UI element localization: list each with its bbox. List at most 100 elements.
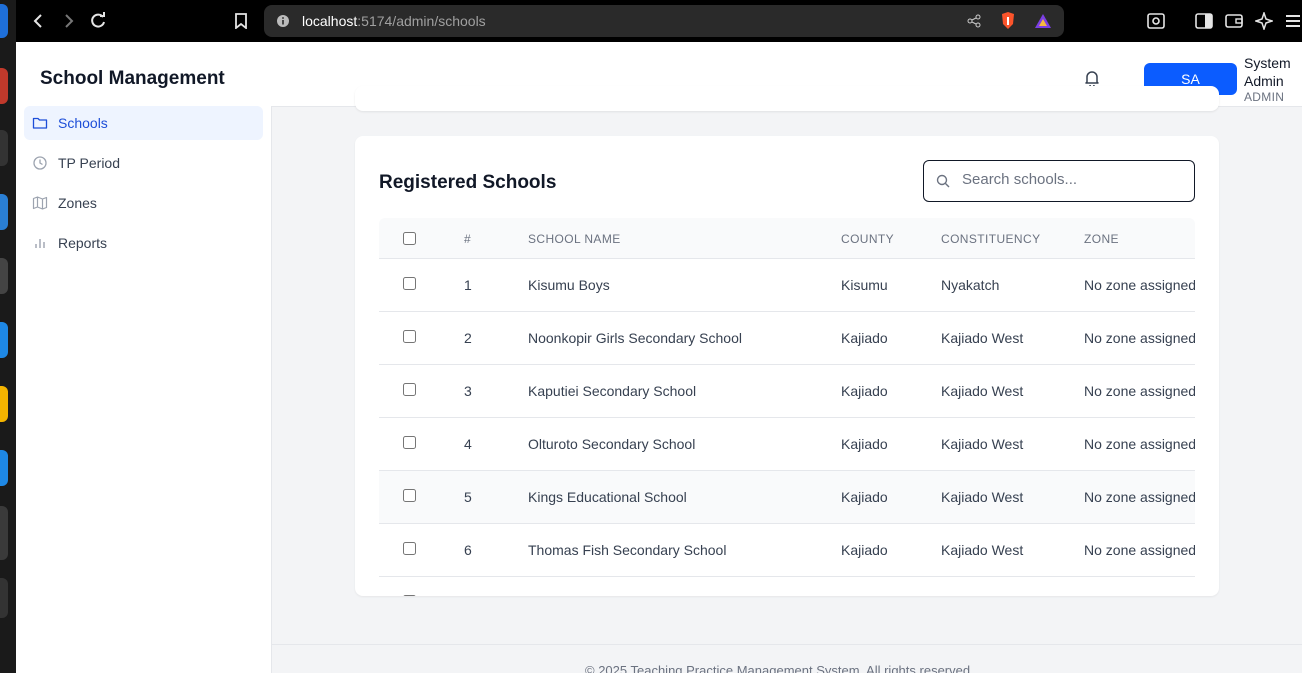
column-header-county: COUNTY — [841, 232, 895, 246]
school-name: Olturoto Secondary School — [528, 436, 696, 452]
url-text[interactable]: localhost:5174/admin/schools — [302, 13, 486, 29]
zone: No zone assigned — [1084, 383, 1195, 399]
row-index: 1 — [464, 277, 472, 293]
constituency: Nyakatch — [941, 277, 1000, 293]
dock-app-icon[interactable] — [0, 578, 8, 618]
screenshot-icon[interactable] — [1143, 8, 1169, 34]
county: Kajiado — [841, 383, 888, 399]
notification-bell-icon[interactable] — [1082, 68, 1102, 88]
reload-icon[interactable] — [85, 8, 111, 34]
leo-ai-icon[interactable] — [1251, 8, 1277, 34]
row-checkbox[interactable] — [403, 383, 416, 396]
card-title: Registered Schools — [379, 172, 557, 193]
zone: No zone assigned — [1084, 277, 1195, 293]
sidebar-item-tp-period[interactable]: TP Period — [24, 146, 263, 180]
url-host: localhost — [302, 13, 358, 29]
row-checkbox[interactable] — [403, 277, 416, 290]
sidebar-item-label: Reports — [58, 235, 108, 251]
browser-toolbar: localhost:5174/admin/schools — [16, 0, 1302, 42]
main-content: Registered Schools # SCHOOL NAME COUNTY … — [272, 86, 1302, 673]
sidebar-toggle-icon[interactable] — [1191, 8, 1217, 34]
table-row[interactable]: 3 Kaputiei Secondary School Kajiado Kaji… — [379, 365, 1195, 418]
row-checkbox[interactable] — [403, 542, 416, 555]
search-box[interactable] — [923, 160, 1195, 202]
rewards-icon[interactable] — [1034, 13, 1052, 34]
sidebar-item-schools[interactable]: Schools — [24, 106, 263, 140]
county: Kisumu — [841, 277, 888, 293]
constituency: Kajiado West — [941, 436, 1024, 452]
table-row[interactable]: 5 Kings Educational School Kajiado Kajia… — [379, 471, 1195, 524]
table-row[interactable]: 1 Kisumu Boys Kisumu Nyakatch No zone as… — [379, 259, 1195, 312]
column-header-constituency: CONSTITUENCY — [941, 232, 1041, 246]
zone: No zone assigned — [1084, 436, 1195, 452]
share-icon[interactable] — [967, 14, 981, 33]
app-viewport: School Management SA System Admin ADMIN … — [16, 42, 1302, 673]
row-checkbox[interactable] — [403, 595, 416, 596]
app-title: School Management — [40, 68, 225, 89]
wallet-icon[interactable] — [1221, 8, 1247, 34]
registered-schools-card: Registered Schools # SCHOOL NAME COUNTY … — [355, 136, 1219, 596]
clock-icon — [32, 155, 48, 171]
school-name: Kaputiei Secondary School — [528, 383, 697, 399]
dock-app-icon[interactable] — [0, 68, 8, 104]
zone: No zone assigned — [1084, 542, 1195, 558]
column-header-school-name: SCHOOL NAME — [528, 232, 621, 246]
school-name: Noonkopir Girls Secondary School — [528, 330, 742, 346]
column-header-zone: ZONE — [1084, 232, 1119, 246]
row-index: 4 — [464, 436, 472, 452]
row-index: 2 — [464, 330, 472, 346]
sidebar-item-zones[interactable]: Zones — [24, 186, 263, 220]
county: Kajiado — [841, 330, 888, 346]
forward-icon[interactable] — [55, 8, 81, 34]
table-row[interactable]: 6 Thomas Fish Secondary School Kajiado K… — [379, 524, 1195, 577]
bar-chart-icon — [32, 235, 48, 251]
constituency: Kajiado West — [941, 330, 1024, 346]
dock-app-icon[interactable] — [0, 258, 8, 294]
search-input[interactable] — [962, 171, 1182, 188]
select-all-checkbox[interactable] — [403, 232, 416, 245]
dock-app-icon[interactable] — [0, 450, 8, 486]
row-index: 3 — [464, 383, 472, 399]
row-checkbox[interactable] — [403, 330, 416, 343]
back-icon[interactable] — [26, 8, 52, 34]
constituency: Kajiado West — [941, 489, 1024, 505]
table-row[interactable]: 2 Noonkopir Girls Secondary School Kajia… — [379, 312, 1195, 365]
os-dock — [0, 0, 16, 673]
brave-shield-icon[interactable] — [1000, 11, 1016, 36]
user-name: System Admin — [1244, 55, 1291, 89]
site-info-icon[interactable] — [276, 14, 290, 33]
footer: © 2025 Teaching Practice Management Syst… — [272, 644, 1302, 673]
school-name: Thomas Fish Secondary School — [528, 542, 727, 558]
map-icon — [32, 195, 48, 211]
table-row-partial[interactable] — [379, 577, 1195, 596]
dock-app-icon[interactable] — [0, 506, 8, 560]
sidebar-item-label: Zones — [58, 195, 97, 211]
bookmark-icon[interactable] — [228, 8, 254, 34]
school-name: Kisumu Boys — [528, 277, 610, 293]
address-bar[interactable]: localhost:5174/admin/schools — [264, 5, 1064, 37]
sidebar-item-reports[interactable]: Reports — [24, 226, 263, 260]
row-checkbox[interactable] — [403, 436, 416, 449]
dock-app-icon[interactable] — [0, 130, 8, 166]
county: Kajiado — [841, 436, 888, 452]
dock-app-icon[interactable] — [0, 386, 8, 422]
dock-app-icon[interactable] — [0, 322, 8, 358]
folder-icon — [32, 115, 48, 131]
url-path: :5174/admin/schools — [357, 13, 486, 29]
schools-table: # SCHOOL NAME COUNTY CONSTITUENCY ZONE 1… — [379, 218, 1195, 596]
user-role: ADMIN — [1244, 90, 1285, 104]
sidebar: Schools TP Period Zones Reports — [16, 106, 272, 673]
previous-card — [355, 86, 1219, 111]
dock-app-icon[interactable] — [0, 4, 8, 38]
menu-icon[interactable] — [1280, 8, 1302, 34]
zone: No zone assigned — [1084, 489, 1195, 505]
county: Kajiado — [841, 489, 888, 505]
county: Kajiado — [841, 542, 888, 558]
row-index: 5 — [464, 489, 472, 505]
table-header: # SCHOOL NAME COUNTY CONSTITUENCY ZONE — [379, 218, 1195, 259]
dock-app-icon[interactable] — [0, 194, 8, 230]
table-row[interactable]: 4 Olturoto Secondary School Kajiado Kaji… — [379, 418, 1195, 471]
constituency: Kajiado West — [941, 542, 1024, 558]
footer-copyright: © 2025 Teaching Practice Management Syst… — [585, 663, 974, 673]
row-checkbox[interactable] — [403, 489, 416, 502]
